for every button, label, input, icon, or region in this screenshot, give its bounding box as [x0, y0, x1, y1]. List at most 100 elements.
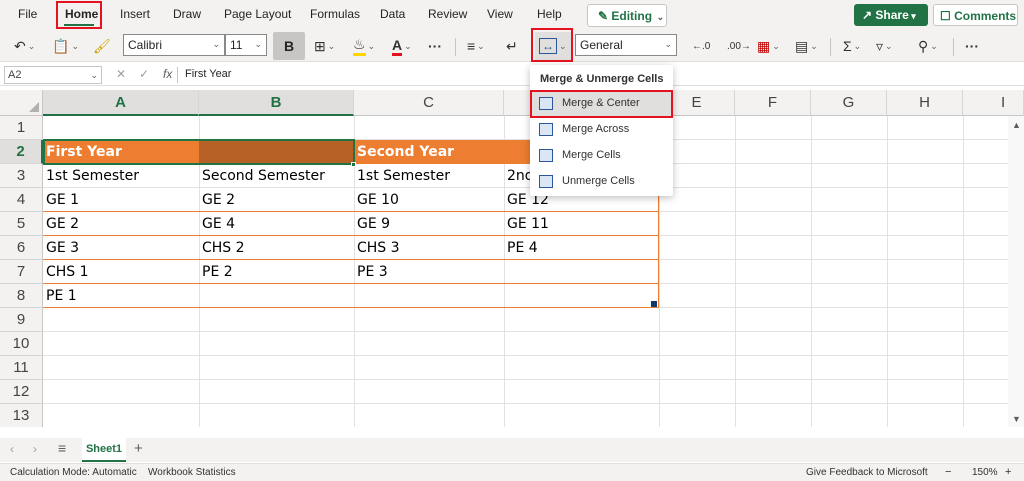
sort-filter-button[interactable]: ▿ ⌄ — [876, 36, 893, 56]
merge-cells-item[interactable]: Merge Cells — [530, 144, 673, 168]
add-sheet-icon[interactable]: + — [134, 440, 143, 457]
conditional-formatting-button[interactable]: ▦ ⌄ — [757, 36, 780, 56]
cell-c2[interactable]: Second Year — [354, 141, 530, 160]
wrap-text-button[interactable]: ↵ — [506, 36, 518, 56]
comments-button[interactable]: ☐ Comments — [933, 4, 1018, 26]
cell-a3[interactable]: 1st Semester — [43, 165, 199, 184]
cell-d6[interactable]: PE 4 — [504, 237, 659, 256]
row-header-10[interactable]: 10 — [0, 332, 43, 356]
row-header-12[interactable]: 12 — [0, 380, 43, 404]
autosum-button[interactable]: Σ ⌄ — [843, 36, 861, 56]
name-box[interactable]: A2 ⌄ — [4, 66, 102, 84]
cell-b3[interactable]: Second Semester — [199, 165, 354, 184]
column-header-a[interactable]: A — [43, 90, 199, 116]
unmerge-cells-item[interactable]: Unmerge Cells — [530, 170, 673, 194]
vertical-scrollbar[interactable]: ▲ ▼ — [1008, 116, 1024, 427]
tab-review[interactable]: Review — [428, 7, 467, 21]
row-header-1[interactable]: 1 — [0, 116, 43, 140]
confirm-icon[interactable]: ✓ — [139, 67, 149, 81]
row-header-9[interactable]: 9 — [0, 308, 43, 332]
font-color-button[interactable]: A ⌄ — [392, 36, 412, 56]
table-resize-handle[interactable] — [651, 301, 657, 307]
cell-a7[interactable]: CHS 1 — [43, 261, 199, 280]
more-options-button[interactable]: ··· — [965, 36, 979, 56]
tab-formulas[interactable]: Formulas — [310, 7, 360, 21]
cell-b8[interactable] — [199, 285, 354, 288]
row-header-11[interactable]: 11 — [0, 356, 43, 380]
cell-c3[interactable]: 1st Semester — [354, 165, 504, 184]
more-font-options-button[interactable]: ··· — [428, 36, 442, 56]
row-header-13[interactable]: 13 — [0, 404, 43, 427]
fill-color-button[interactable]: ♨ ⌄ — [353, 36, 375, 56]
column-header-c[interactable]: C — [354, 90, 504, 116]
font-size-select[interactable]: 11 ⌄ — [225, 34, 267, 56]
cell-c7[interactable]: PE 3 — [354, 261, 504, 280]
editing-mode-button[interactable]: ✎ Editing ⌄ — [587, 4, 667, 27]
number-format-select[interactable]: General ⌄ — [575, 34, 677, 56]
tab-view[interactable]: View — [487, 7, 513, 21]
row-header-2[interactable]: 2 — [0, 140, 43, 164]
row-header-5[interactable]: 5 — [0, 212, 43, 236]
cell-a8[interactable]: PE 1 — [43, 285, 199, 304]
column-header-g[interactable]: G — [811, 90, 887, 116]
cell-c6[interactable]: CHS 3 — [354, 237, 504, 256]
all-sheets-icon[interactable]: ≡ — [58, 440, 66, 456]
format-painter-button[interactable]: 🖌 — [93, 36, 111, 56]
column-header-b[interactable]: B — [199, 90, 354, 116]
cell-d8[interactable] — [504, 285, 659, 288]
borders-button[interactable]: ⊞ ⌄ — [314, 36, 335, 56]
cell-d7[interactable] — [504, 261, 659, 264]
tab-insert[interactable]: Insert — [120, 7, 150, 21]
align-button[interactable]: ≡ ⌄ — [467, 36, 485, 56]
decrease-decimal-button[interactable]: ←.0 — [692, 36, 710, 56]
cell-b5[interactable]: GE 4 — [199, 213, 354, 232]
column-header-h[interactable]: H — [887, 90, 963, 116]
cell-c5[interactable]: GE 9 — [354, 213, 504, 232]
row-header-6[interactable]: 6 — [0, 236, 43, 260]
tab-help[interactable]: Help — [537, 7, 562, 21]
undo-button[interactable]: ↶ ⌄ — [14, 36, 35, 56]
tab-data[interactable]: Data — [380, 7, 405, 21]
cell-a6[interactable]: GE 3 — [43, 237, 199, 256]
cell-c4[interactable]: GE 10 — [354, 189, 504, 208]
row-header-7[interactable]: 7 — [0, 260, 43, 284]
formula-content[interactable]: First Year — [185, 68, 231, 80]
cell-c8[interactable] — [354, 285, 504, 288]
tab-draw[interactable]: Draw — [173, 7, 201, 21]
bold-button[interactable]: B — [273, 32, 305, 60]
share-button[interactable]: ↗ Share ▾ — [854, 4, 928, 26]
row-header-4[interactable]: 4 — [0, 188, 43, 212]
cell-b6[interactable]: CHS 2 — [199, 237, 354, 256]
font-name-select[interactable]: Calibri ⌄ — [123, 34, 225, 56]
insert-function-icon[interactable]: fx — [163, 67, 172, 81]
workbook-statistics[interactable]: Workbook Statistics — [148, 467, 236, 478]
row-header-8[interactable]: 8 — [0, 284, 43, 308]
cell-b4[interactable]: GE 2 — [199, 189, 354, 208]
paste-button[interactable]: 📋 ⌄ — [52, 36, 79, 56]
feedback-link[interactable]: Give Feedback to Microsoft — [806, 467, 928, 478]
cell-a4[interactable]: GE 1 — [43, 189, 199, 208]
cell-a5[interactable]: GE 2 — [43, 213, 199, 232]
scroll-down-icon[interactable]: ▼ — [1012, 414, 1021, 424]
select-all-button[interactable] — [0, 90, 43, 116]
cell-d5[interactable]: GE 11 — [504, 213, 659, 232]
row-header-3[interactable]: 3 — [0, 164, 43, 188]
scroll-up-icon[interactable]: ▲ — [1012, 120, 1021, 130]
prev-sheet-icon[interactable]: ‹ — [10, 442, 14, 456]
zoom-in-icon[interactable]: + — [1005, 466, 1011, 478]
find-button[interactable]: ⚲ ⌄ — [918, 36, 938, 56]
increase-decimal-button[interactable]: .00→ — [727, 36, 751, 56]
sheet-tab-sheet1[interactable]: Sheet1 — [82, 438, 126, 462]
tab-file[interactable]: File — [18, 7, 37, 21]
format-as-table-button[interactable]: ▤ ⌄ — [795, 36, 818, 56]
column-header-i[interactable]: I — [963, 90, 1024, 116]
cancel-icon[interactable]: ✕ — [116, 67, 126, 81]
zoom-level[interactable]: 150% — [972, 467, 998, 478]
zoom-out-icon[interactable]: − — [945, 466, 951, 478]
cell-b7[interactable]: PE 2 — [199, 261, 354, 280]
next-sheet-icon[interactable]: › — [33, 442, 37, 456]
merge-across-item[interactable]: Merge Across — [530, 118, 673, 142]
tab-page-layout[interactable]: Page Layout — [224, 7, 291, 21]
cell-a2[interactable]: First Year — [43, 141, 199, 160]
column-header-f[interactable]: F — [735, 90, 811, 116]
